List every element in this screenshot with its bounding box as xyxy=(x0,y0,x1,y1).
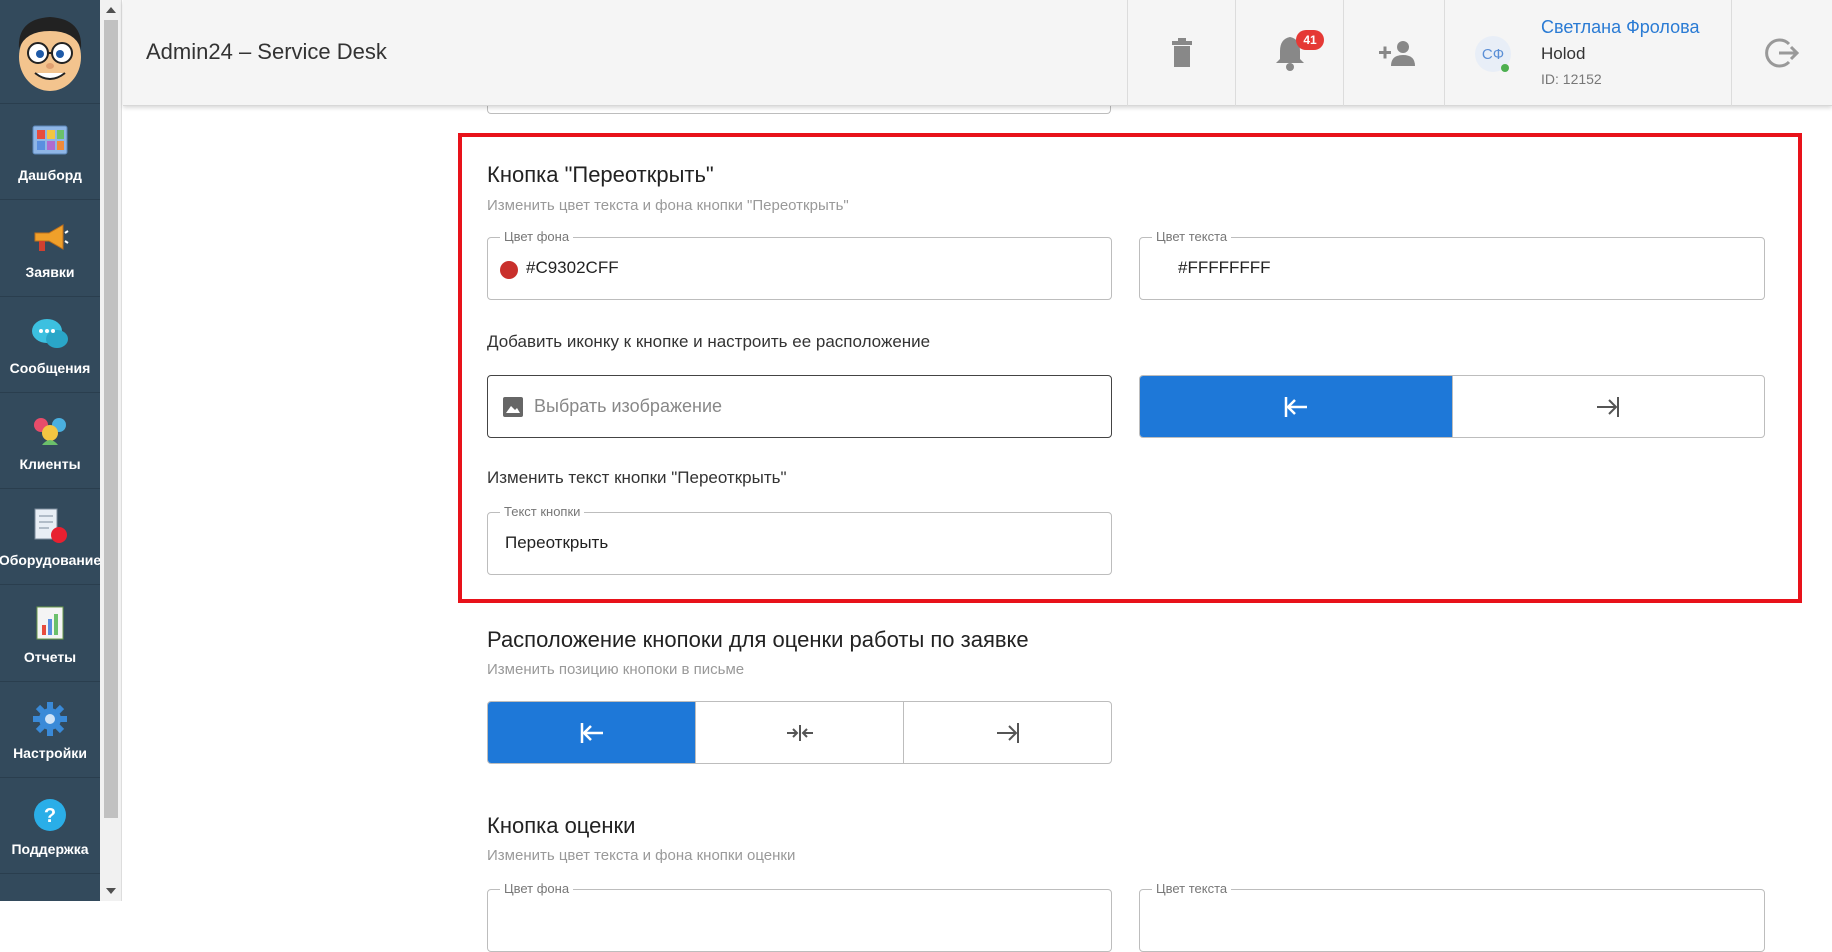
sidebar-item-equipment[interactable]: Оборудование xyxy=(0,489,102,585)
sidebar-item-dashboard[interactable]: Дашборд xyxy=(0,104,100,200)
text-color-legend: Цвет текста xyxy=(1152,229,1232,244)
text-color-value: #FFFFFFFF xyxy=(1178,258,1271,277)
rating-position-subtitle: Изменить позицию кнопоки в письме xyxy=(487,661,745,678)
scrollbar-thumb[interactable] xyxy=(104,20,118,818)
chat-icon xyxy=(30,314,70,354)
help-icon: ? xyxy=(30,795,70,835)
rating-bg-color-field[interactable]: Цвет фона xyxy=(487,881,1112,952)
sidebar-item-requests[interactable]: Заявки xyxy=(0,201,100,297)
sidebar-item-label: Отчеты xyxy=(23,648,77,665)
button-text-field[interactable]: Текст кнопки Переоткрыть xyxy=(487,504,1112,575)
align-left-icon xyxy=(1284,396,1307,417)
scroll-up-arrow-icon[interactable] xyxy=(106,7,116,13)
sidebar-item-label: Настройки xyxy=(13,744,87,761)
bg-color-value: #C9302CFF xyxy=(526,258,619,277)
avatar-initials: СФ xyxy=(1481,45,1505,63)
align-center-icon xyxy=(786,724,813,741)
app-title: Admin24 – Service Desk xyxy=(146,39,387,64)
trash-icon xyxy=(1171,38,1192,67)
sidebar-item-label: Клиенты xyxy=(19,455,81,472)
button-text-value: Переоткрыть xyxy=(505,533,609,552)
rating-button-title: Кнопка оценки xyxy=(487,813,636,838)
rating-text-color-legend: Цвет текста xyxy=(1152,881,1232,896)
sidebar-scrollbar[interactable] xyxy=(100,0,122,901)
align-right-icon xyxy=(996,722,1019,743)
scroll-down-arrow-icon[interactable] xyxy=(106,888,116,894)
dashboard-icon xyxy=(30,121,70,161)
sidebar: Дашборд Заявки Сообщения Клиенты Оборудо… xyxy=(0,0,102,901)
rating-position-left-button[interactable] xyxy=(488,702,696,763)
logo-avatar[interactable] xyxy=(0,0,100,104)
sidebar-item-support[interactable]: ? Поддержка xyxy=(0,778,100,874)
sidebar-item-label: Поддержка xyxy=(11,840,89,857)
online-status-dot xyxy=(1501,64,1509,72)
sidebar-item-messages[interactable]: Сообщения xyxy=(0,297,100,393)
sidebar-item-reports[interactable]: Отчеты xyxy=(0,586,100,682)
bg-color-field[interactable]: Цвет фона #C9302CFF xyxy=(487,229,1112,300)
icon-position-toggle[interactable] xyxy=(1139,375,1765,438)
image-picker-placeholder: Выбрать изображение xyxy=(534,396,723,416)
gear-icon xyxy=(30,699,70,739)
user-profile[interactable]: СФ Светлана Фролова Holod ID: 12152 xyxy=(1444,0,1732,106)
sidebar-item-settings[interactable]: Настройки xyxy=(0,682,100,778)
header: Admin24 – Service Desk 41 СФ Светлана Фр… xyxy=(123,0,1832,106)
add-user-icon xyxy=(1378,41,1415,66)
sidebar-item-label: Оборудование xyxy=(0,551,102,568)
megaphone-icon xyxy=(30,218,70,258)
sidebar-item-label: Заявки xyxy=(25,263,75,280)
rating-position-title: Расположение кнопоки для оценки работы п… xyxy=(487,627,1029,652)
logout-icon xyxy=(1765,38,1799,68)
text-color-field[interactable]: Цвет текста #FFFFFFFF xyxy=(1139,229,1765,300)
clients-icon xyxy=(30,410,70,450)
rating-text-color-field[interactable]: Цвет текста xyxy=(1139,881,1765,952)
rating-bg-color-legend: Цвет фона xyxy=(500,881,574,896)
sidebar-item-clients[interactable]: Клиенты xyxy=(0,393,100,489)
user-name[interactable]: Светлана Фролова xyxy=(1541,17,1699,38)
reports-icon xyxy=(30,603,70,643)
rating-position-toggle[interactable] xyxy=(487,701,1112,764)
button-text-legend: Текст кнопки xyxy=(500,504,585,519)
add-user-button[interactable] xyxy=(1343,0,1451,106)
user-id: ID: 12152 xyxy=(1541,71,1602,87)
sidebar-item-label: Дашборд xyxy=(18,166,82,183)
icon-settings-label: Добавить иконку к кнопке и настроить ее … xyxy=(487,332,931,351)
reopen-section-title: Кнопка "Переоткрыть" xyxy=(487,162,714,187)
rating-position-right-button[interactable] xyxy=(904,702,1111,763)
equipment-icon xyxy=(30,506,70,546)
button-text-label: Изменить текст кнопки "Переоткрыть" xyxy=(487,468,787,487)
icon-position-left-button[interactable] xyxy=(1140,376,1453,437)
svg-text:?: ? xyxy=(44,805,56,827)
align-left-icon xyxy=(580,722,603,743)
trash-button[interactable] xyxy=(1127,0,1235,106)
align-right-icon xyxy=(1597,396,1620,417)
notifications-button[interactable]: 41 xyxy=(1235,0,1343,106)
main-content: Кнопка "Переоткрыть" Изменить цвет текст… xyxy=(123,86,1832,952)
rating-position-center-button[interactable] xyxy=(696,702,904,763)
notifications-badge: 41 xyxy=(1296,30,1324,50)
bg-color-legend: Цвет фона xyxy=(500,229,574,244)
color-swatch[interactable] xyxy=(500,261,518,279)
icon-position-right-button[interactable] xyxy=(1453,376,1765,437)
rating-button-subtitle: Изменить цвет текста и фона кнопки оценк… xyxy=(487,847,796,864)
logout-button[interactable] xyxy=(1731,0,1832,106)
cartoon-face-icon xyxy=(18,16,82,91)
reopen-section-subtitle: Изменить цвет текста и фона кнопки "Пере… xyxy=(487,197,849,214)
avatar: СФ xyxy=(1475,36,1511,72)
image-picker[interactable]: Выбрать изображение xyxy=(487,375,1112,438)
user-company: Holod xyxy=(1541,44,1586,63)
image-icon xyxy=(503,397,523,417)
sidebar-item-label: Сообщения xyxy=(9,359,91,376)
